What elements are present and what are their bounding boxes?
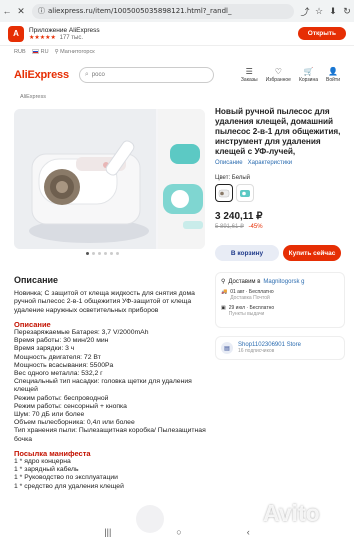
delivery-panel: ⚲ Доставим в Magnitogorsk g 🚚 01 авг · Б… bbox=[215, 272, 345, 328]
language-selector[interactable]: RU bbox=[31, 49, 49, 55]
product-description: Описание Новинка; С защитой от клеща жид… bbox=[14, 275, 210, 491]
open-app-button[interactable]: Открыть bbox=[297, 27, 346, 40]
cart-icon: 🛒 bbox=[303, 67, 314, 76]
delivery-option[interactable]: 🚚 01 авг · Бесплатно Доставка Почтой bbox=[221, 289, 339, 301]
spec-line: Время работы: 30 мин/20 мин bbox=[14, 337, 109, 345]
description-heading: Описание bbox=[14, 275, 59, 285]
spec-line: Специальный тип насадки: головка щетки д… bbox=[14, 378, 192, 394]
app-name: Приложение AliExpress bbox=[29, 26, 100, 34]
product-gallery[interactable] bbox=[14, 109, 205, 249]
currency-selector[interactable]: RUB bbox=[14, 49, 26, 55]
search-box[interactable]: ⌕ bbox=[78, 67, 214, 83]
product-title: Новый ручной пылесос для удаления клещей… bbox=[215, 107, 341, 156]
review-count: 177 тыс. bbox=[59, 34, 83, 41]
bookmark-icon[interactable]: ☆ bbox=[312, 6, 326, 17]
delivery-heading: Доставим в bbox=[228, 278, 261, 285]
pagination-dot[interactable] bbox=[104, 252, 107, 255]
purchase-actions: В корзину Купить сейчас bbox=[215, 245, 341, 261]
pickup-option[interactable]: ▣ 29 июл · Бесплатно Пункты выдачи bbox=[221, 305, 339, 317]
search-icon: ⌕ bbox=[84, 71, 89, 78]
login-link[interactable]: 👤 Войти bbox=[326, 67, 340, 83]
package-line: 1 * зарядный кабель bbox=[14, 466, 79, 474]
spec-line: Перезаряжаемые Батарея: 3,7 V/2000mAh bbox=[14, 329, 149, 337]
search-input[interactable] bbox=[91, 72, 192, 78]
android-nav-bar: ||| ○ ‹ bbox=[0, 523, 354, 540]
favorites-link[interactable]: ♡ Избранное bbox=[266, 67, 291, 83]
locale-row: RUB RU ⚲ Магнитогорск bbox=[14, 49, 95, 55]
recent-apps-icon[interactable]: ||| bbox=[104, 527, 111, 537]
spec-line: Мощность двигателя: 72 Вт bbox=[14, 353, 101, 361]
breadcrumb[interactable]: AliExpress bbox=[20, 94, 46, 100]
browser-bar: ← ✕ ⓘ aliexpress.ru/item/100500503589812… bbox=[0, 0, 354, 22]
pagination-dot[interactable] bbox=[86, 252, 89, 255]
color-label: Цвет: Белый bbox=[215, 175, 251, 181]
orders-icon: ☰ bbox=[245, 67, 253, 76]
home-icon[interactable]: ○ bbox=[176, 527, 181, 537]
buy-now-button[interactable]: Купить сейчас bbox=[283, 245, 341, 261]
store-subscribers: 16 подписчиков bbox=[238, 348, 275, 354]
product-main-image[interactable] bbox=[14, 109, 156, 249]
color-swatch-white[interactable] bbox=[215, 184, 233, 202]
color-swatches bbox=[215, 184, 345, 202]
pagination-dot[interactable] bbox=[98, 252, 101, 255]
spec-line: Тип хранения пыли: Пылезащитная коробка/… bbox=[14, 427, 206, 443]
cart-link[interactable]: 🛒 Корзина bbox=[299, 67, 318, 83]
delivery-city-link[interactable]: Magnitogorsk g bbox=[263, 279, 304, 285]
old-price: 5 891,61 ₽ -45% bbox=[215, 223, 345, 230]
spec-line: Режим работы: сенсорный + кнопка bbox=[14, 402, 127, 410]
store-icon: ▤ bbox=[221, 342, 233, 354]
pagination-dot[interactable] bbox=[116, 252, 119, 255]
store-card[interactable]: ▤ Shop1102306901 Store 16 подписчиков bbox=[215, 336, 345, 360]
address-bar[interactable]: ⓘ aliexpress.ru/item/1005005035898121.ht… bbox=[32, 3, 294, 19]
color-swatch-teal[interactable] bbox=[236, 184, 254, 202]
pickup-box-icon: ▣ bbox=[221, 305, 226, 311]
share-icon[interactable]: ⤴ bbox=[298, 5, 312, 18]
app-install-banner: A Приложение AliExpress ★★★★★ 177 тыс. О… bbox=[0, 22, 354, 46]
description-intro: Новинка; С защитой от клеща жидкость для… bbox=[14, 290, 195, 314]
discount-badge: -45% bbox=[248, 224, 263, 230]
spec-line: Время зарядки: 3 ч bbox=[14, 345, 75, 353]
gallery-pagination[interactable] bbox=[86, 252, 119, 255]
spec-heading: Описание bbox=[14, 319, 51, 329]
package-list: 1 * ядро концерна 1 * зарядный кабель 1 … bbox=[14, 458, 210, 491]
product-info: Новый ручной пылесос для удаления клещей… bbox=[215, 107, 345, 230]
description-link[interactable]: Описание bbox=[215, 160, 243, 166]
add-to-cart-button[interactable]: В корзину bbox=[215, 245, 279, 261]
spec-list: Перезаряжаемые Батарея: 3,7 V/2000mAh Вр… bbox=[14, 329, 210, 444]
flag-icon bbox=[31, 49, 39, 55]
original-price: 5 891,61 ₽ bbox=[215, 224, 244, 230]
site-info-icon[interactable]: ⓘ bbox=[38, 6, 45, 16]
site-header: AliExpress ⌕ ☰ Заказы ♡ Избранное 🛒 Корз… bbox=[0, 60, 354, 90]
rating-stars-icon: ★★★★★ bbox=[29, 34, 56, 41]
package-line: 1 * Руководство по эксплуатации bbox=[14, 474, 118, 482]
pagination-dot[interactable] bbox=[92, 252, 95, 255]
package-line: 1 * средство для удаления клещей bbox=[14, 482, 124, 490]
truck-icon: 🚚 bbox=[221, 289, 228, 295]
nav-back-icon[interactable]: ‹ bbox=[247, 527, 250, 537]
product-thumbnail-image[interactable] bbox=[158, 109, 205, 249]
spec-line: Мощность всасывания: 5500Pa bbox=[14, 361, 114, 369]
app-rating: ★★★★★ 177 тыс. bbox=[29, 34, 298, 41]
heart-icon: ♡ bbox=[274, 67, 282, 76]
user-icon: 👤 bbox=[328, 67, 338, 76]
orders-link[interactable]: ☰ Заказы bbox=[241, 67, 258, 83]
aliexpress-app-logo: A bbox=[8, 25, 24, 42]
refresh-icon[interactable]: ↻ bbox=[340, 6, 354, 17]
back-arrow-icon[interactable]: ← bbox=[0, 6, 14, 16]
spec-line: Режим работы: беспроводной bbox=[14, 394, 109, 402]
aliexpress-logo[interactable]: AliExpress bbox=[14, 69, 69, 81]
url-text: aliexpress.ru/item/1005005035898121.html… bbox=[48, 7, 232, 15]
pagination-dot[interactable] bbox=[110, 252, 113, 255]
download-icon[interactable]: ⬇ bbox=[326, 6, 340, 17]
package-heading: Посылка манифеста bbox=[14, 448, 91, 458]
location-pin-icon: ⚲ bbox=[221, 279, 226, 285]
close-icon[interactable]: ✕ bbox=[14, 6, 28, 17]
spec-line: Вес одного металла: 532,2 г bbox=[14, 370, 103, 378]
current-price: 3 240,11 ₽ bbox=[215, 211, 263, 222]
specs-link[interactable]: Характеристики bbox=[248, 160, 293, 166]
location-selector[interactable]: ⚲ Магнитогорск bbox=[55, 49, 95, 55]
